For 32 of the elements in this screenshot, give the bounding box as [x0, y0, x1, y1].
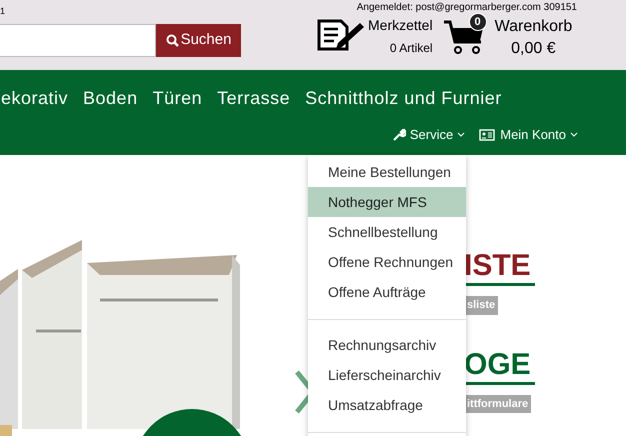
caret-icon	[570, 132, 578, 138]
cart-label[interactable]: Warenkorb	[494, 17, 572, 37]
section-badge: ittformulare	[464, 394, 532, 413]
category-link[interactable]: Türen	[152, 85, 202, 112]
category-link[interactable]: Schnittholz und Furnier	[305, 85, 502, 112]
search-field[interactable]	[0, 24, 156, 57]
cart-total: 0,00 €	[511, 39, 556, 59]
notepad-pencil-icon[interactable]	[316, 17, 366, 53]
id-card-icon	[479, 128, 496, 141]
menu-item[interactable]: Nothegger MFS	[308, 187, 466, 217]
menu-link[interactable]: Mein Konto	[479, 125, 578, 144]
search-icon	[166, 34, 179, 47]
menu-link[interactable]: Service	[392, 125, 466, 144]
category-link[interactable]: Boden	[83, 85, 138, 112]
cart-count-badge: 0	[468, 13, 487, 31]
menu-item[interactable]: Schnellbestellung	[308, 217, 466, 247]
menu-item[interactable]: Offene Rechnungen	[308, 247, 466, 277]
menu-item[interactable]: Rechnungsarchiv	[308, 330, 466, 360]
corner-text: 1	[0, 5, 6, 16]
wrench-icon	[392, 128, 406, 142]
caret-icon	[457, 132, 466, 138]
login-info: Angemeldet: post@gregormarberger.com 309151	[356, 3, 577, 13]
category-link[interactable]: Terrasse	[217, 85, 290, 112]
wishlist-count: 0 Artikel	[390, 40, 433, 56]
menu-item[interactable]: Umsatzabfrage	[308, 390, 466, 420]
category-link[interactable]: ekorativ	[1, 85, 68, 112]
search-button[interactable]: Suchen	[156, 24, 241, 57]
menu-item[interactable]: Meine Bestellungen	[308, 157, 466, 187]
wishlist-label[interactable]: Merkzettel	[368, 17, 433, 34]
menu-item[interactable]: Lieferscheinarchiv	[308, 360, 466, 390]
section-badge: sliste	[464, 296, 498, 314]
menu-item[interactable]: Offene Aufträge	[308, 277, 466, 307]
